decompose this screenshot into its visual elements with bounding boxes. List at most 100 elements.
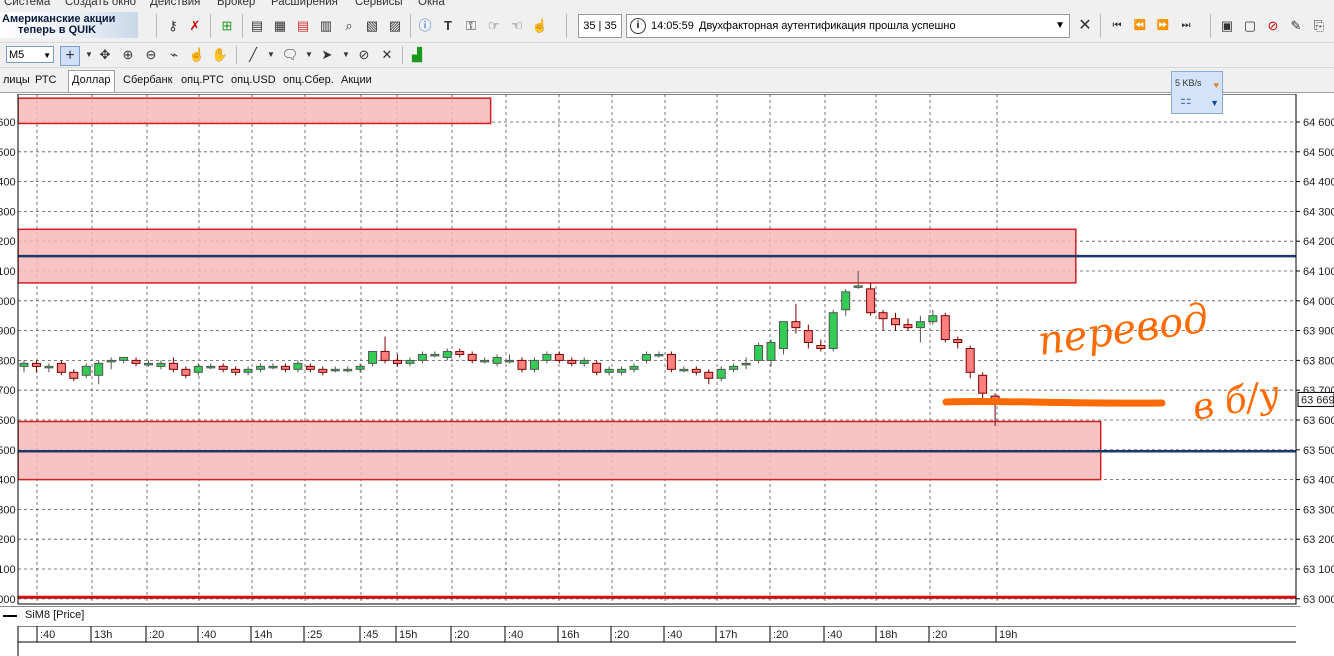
move-icon[interactable]: ✥ <box>96 46 114 64</box>
tab-item-active[interactable]: Доллар <box>68 70 115 92</box>
time-tick-label: 15h <box>399 629 417 641</box>
text-icon[interactable]: T <box>439 17 457 35</box>
text-label-icon[interactable]: 🗨 <box>281 46 299 64</box>
divider <box>0 606 1300 607</box>
hand-pointer-icon[interactable]: ☝ <box>188 46 206 64</box>
tab-item[interactable]: Сбербанк <box>120 71 175 90</box>
chevron-down-icon[interactable]: ▼ <box>337 46 355 64</box>
first-icon[interactable]: ⏮ <box>1108 17 1126 35</box>
candle-body <box>193 365 203 373</box>
candle-body <box>579 359 589 364</box>
tab-item[interactable]: опц.Сбер. <box>280 71 337 90</box>
left-tick-label: 63 000 <box>0 594 16 606</box>
copy-icon[interactable]: ▢ <box>1241 17 1259 35</box>
left-tick-label: 64 000 <box>0 296 16 308</box>
tab-item[interactable]: Акции <box>338 71 375 90</box>
toolbar-separator <box>236 46 237 64</box>
orders-icon[interactable]: ▤ <box>294 17 312 35</box>
tab-item[interactable]: опц.РТС <box>178 71 227 90</box>
message-box[interactable]: i 14:05:59 Двухфакторная аутентификация … <box>626 14 1070 38</box>
arrow-tool-icon[interactable]: ➤ <box>318 46 336 64</box>
price-tick-label: 63 900 <box>1303 326 1334 338</box>
price-tick-label: 64 100 <box>1303 266 1334 278</box>
candle-body <box>878 312 888 320</box>
hide-objects-icon[interactable]: ⊘ <box>355 46 373 64</box>
prev-icon[interactable]: ⏪ <box>1131 17 1149 35</box>
trendline-icon[interactable]: ╱ <box>244 46 262 64</box>
ruler-icon[interactable]: ⌁ <box>165 46 183 64</box>
stop-orders-icon[interactable]: ▧ <box>363 17 381 35</box>
candle-body <box>666 353 676 370</box>
candle-body <box>218 365 228 370</box>
close-icon[interactable]: ✕ <box>1076 17 1094 35</box>
toolbar-separator <box>566 14 567 38</box>
left-tick-label: 63 500 <box>0 445 16 457</box>
left-tick-label: 64 100 <box>0 266 16 278</box>
chevron-down-icon[interactable]: ▼ <box>262 46 280 64</box>
last-icon[interactable]: ⏭ <box>1177 17 1195 35</box>
table-icon[interactable]: ▤ <box>248 17 266 35</box>
zoom-out-icon[interactable]: ⊖ <box>142 46 160 64</box>
chevron-down-icon[interactable]: ▼ <box>1210 98 1219 108</box>
hand-icon[interactable]: ✋ <box>211 46 229 64</box>
menu-item-windows[interactable]: Окна <box>418 0 445 8</box>
candle-body <box>231 368 241 373</box>
price-tick-label: 63 500 <box>1303 445 1334 457</box>
disconnect-icon[interactable]: ✗ <box>186 17 204 35</box>
new-order-icon[interactable]: ⊞ <box>218 17 236 35</box>
print-icon[interactable]: ▣ <box>1218 17 1236 35</box>
bar-chart-icon[interactable]: ▟ <box>408 46 426 64</box>
menu-item-services[interactable]: Сервисы <box>355 0 403 8</box>
tab-item[interactable]: опц.USD <box>228 71 279 90</box>
menu-item-extensions[interactable]: Расширения <box>271 0 338 8</box>
toolbar-separator <box>410 14 411 38</box>
candle-body <box>654 353 664 357</box>
hand-icon[interactable]: ☞ <box>485 17 503 35</box>
delete-icon[interactable]: ⊘ <box>1264 17 1282 35</box>
info-icon[interactable]: ⓘ <box>416 17 434 35</box>
quotes-icon[interactable]: ▦ <box>271 17 289 35</box>
candle-body <box>866 288 876 314</box>
candle-body <box>828 312 838 349</box>
candle-body <box>31 362 41 367</box>
link-icon[interactable]: ⚷ <box>164 17 182 35</box>
chevron-down-icon[interactable]: ▼ <box>1055 15 1065 37</box>
price-chart[interactable]: 64 600 64 600 64 500 64 500 64 400 64 400 64 3… <box>0 94 1334 606</box>
crosshair-icon[interactable]: + <box>60 46 80 66</box>
export-icon[interactable]: ⎘ <box>1310 17 1328 35</box>
candle-body <box>791 321 801 329</box>
trades-icon[interactable]: ▥ <box>317 17 335 35</box>
hand-settings-icon[interactable]: ☜ <box>508 17 526 35</box>
search-table-icon[interactable]: ⌕ <box>340 17 358 35</box>
left-tick-label: 63 300 <box>0 504 16 516</box>
candle-body <box>903 324 913 329</box>
tab-bar: лицы РТС Доллар Сбербанк опц.РТС опц.USD… <box>0 68 1334 93</box>
candle-body <box>455 350 465 355</box>
current-price-label: 63 669 <box>1301 394 1334 406</box>
next-icon[interactable]: ⏩ <box>1154 17 1172 35</box>
candle-body <box>380 350 390 361</box>
candle-body <box>318 368 328 373</box>
promo-banner[interactable]: Американские акции теперь в QUIK <box>0 12 138 38</box>
delete-objects-icon[interactable]: ✕ <box>378 46 396 64</box>
menu-item-new-window[interactable]: Создать окно <box>65 0 136 8</box>
hand-list-icon[interactable]: ☝ <box>531 17 549 35</box>
message-counter: 35 | 35 <box>578 14 622 38</box>
menu-item-broker[interactable]: Брокер <box>217 0 255 8</box>
menu-item-actions[interactable]: Действия <box>150 0 200 8</box>
tab-item[interactable]: РТС <box>32 71 60 90</box>
candle-body <box>19 362 29 367</box>
candle <box>754 342 764 364</box>
network-indicator[interactable]: 5 KB/s ⚏ ♥ ▼ <box>1171 71 1223 114</box>
edit-icon[interactable]: ✎ <box>1287 17 1305 35</box>
tab-item[interactable]: лицы <box>0 71 33 90</box>
key-icon[interactable]: ⚿ <box>462 17 480 35</box>
timeframe-select[interactable]: M5 ▼ <box>6 46 54 63</box>
candle-body <box>716 368 726 379</box>
portfolio-icon[interactable]: ▨ <box>386 17 404 35</box>
zoom-in-icon[interactable]: ⊕ <box>119 46 137 64</box>
menu-item-system[interactable]: Система <box>4 0 50 8</box>
left-tick-label: 63 100 <box>0 564 16 576</box>
message-text: Двухфакторная аутентификация прошла успе… <box>699 20 956 32</box>
chevron-down-icon[interactable]: ▼ <box>300 46 318 64</box>
